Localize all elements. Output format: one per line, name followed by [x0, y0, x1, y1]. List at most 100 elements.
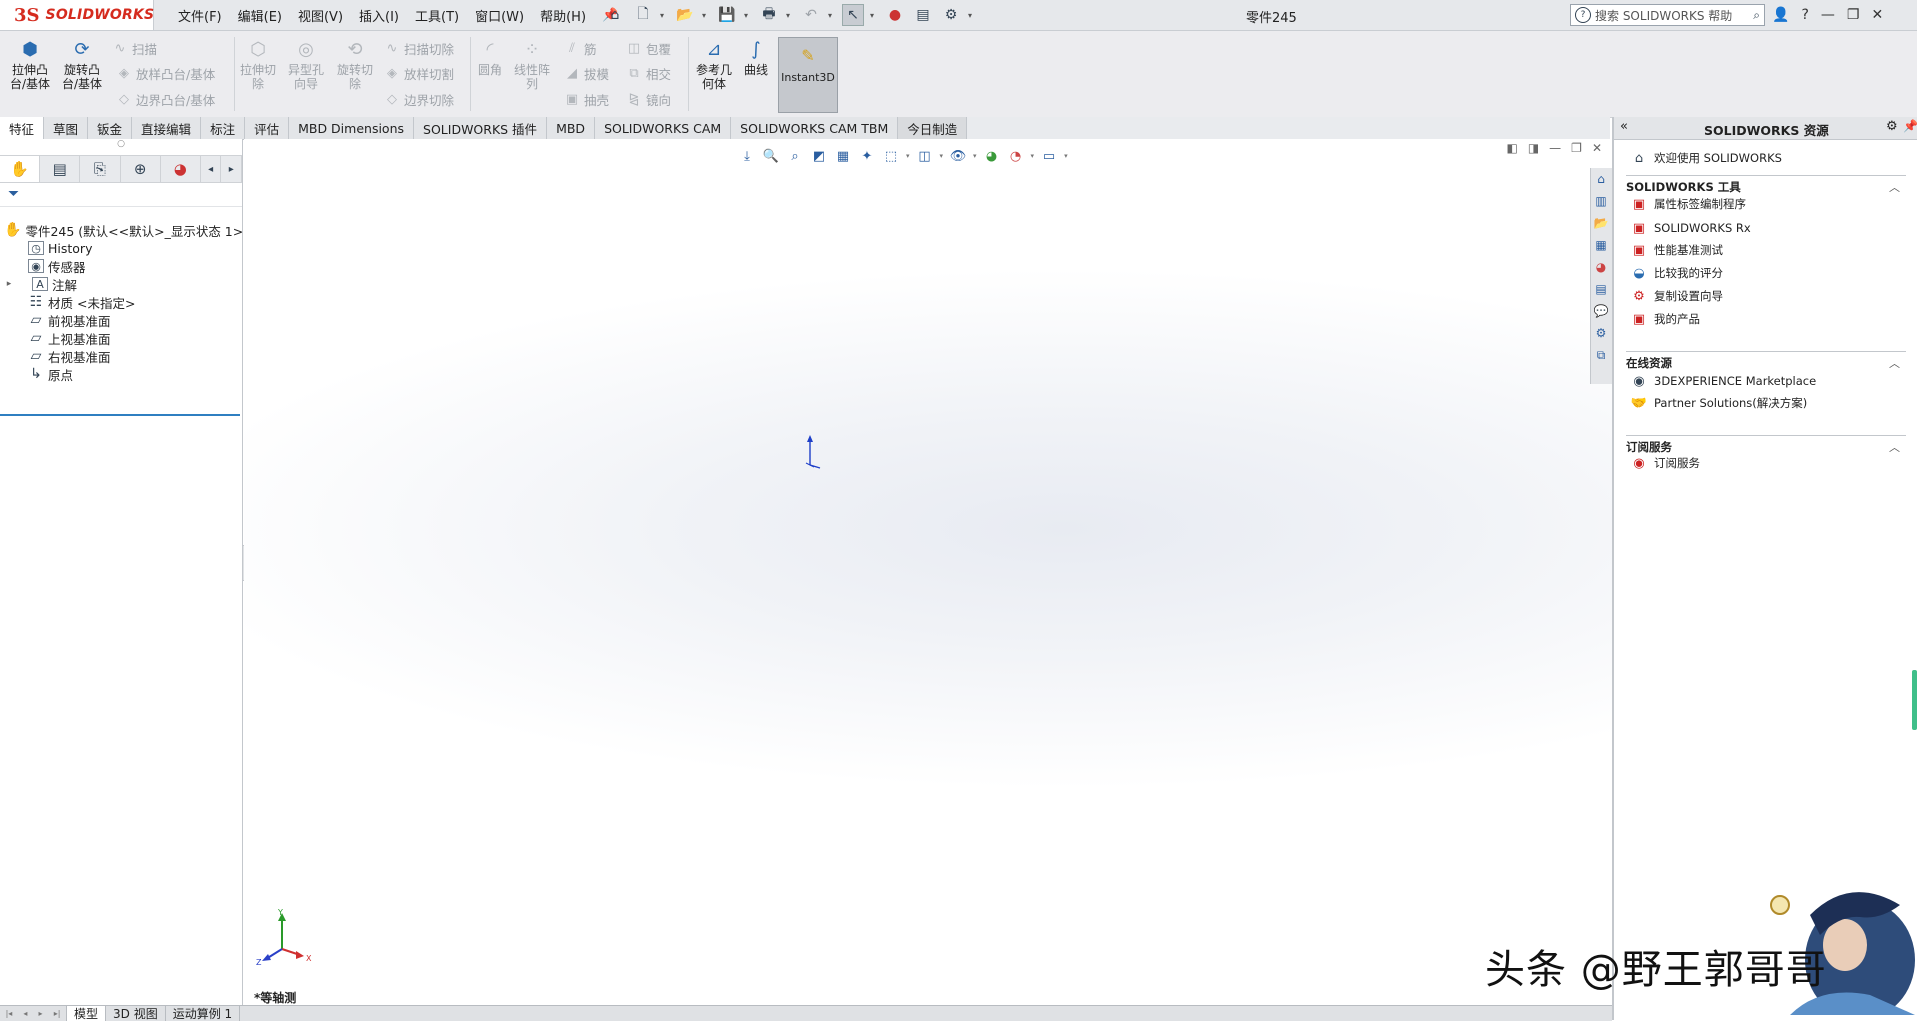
- restore-icon[interactable]: ❐: [1847, 7, 1860, 23]
- chevron-down-icon[interactable]: ▾: [940, 152, 944, 160]
- view-palette-tab-icon[interactable]: ▦: [1591, 234, 1611, 256]
- swept-cut-button[interactable]: ∿ 扫描切除: [384, 39, 454, 58]
- first-icon[interactable]: |◂: [6, 1009, 13, 1018]
- tab-solidworks-addins[interactable]: SOLIDWORKS 插件: [414, 117, 548, 139]
- fillet-button[interactable]: ◜ 圆角: [478, 39, 502, 78]
- open-folder-icon[interactable]: 📂: [674, 4, 696, 26]
- instant3d-button[interactable]: ✎ Instant3D: [778, 37, 838, 113]
- tool-property-tab-builder[interactable]: ▣ 属性标签编制程序: [1630, 195, 1746, 213]
- tree-item-origin[interactable]: ↳ 原点: [14, 365, 73, 383]
- tool-solidworks-rx[interactable]: ▣ SOLIDWORKS Rx: [1630, 219, 1751, 237]
- feature-manager-tab-icon[interactable]: ✋: [0, 156, 41, 182]
- traffic-light-icon[interactable]: ●: [884, 4, 906, 26]
- online-3dexperience-marketplace[interactable]: ◉ 3DEXPERIENCE Marketplace: [1630, 372, 1816, 390]
- tab-evaluate[interactable]: 评估: [245, 117, 290, 139]
- last-icon[interactable]: ▸|: [54, 1009, 61, 1018]
- hole-wizard-button[interactable]: ◎ 异型孔 向导: [288, 39, 324, 92]
- addins-tab-icon[interactable]: ⧉: [1591, 344, 1611, 366]
- view-orientation-icon[interactable]: ✦: [858, 147, 876, 165]
- select-cursor-icon[interactable]: ↖: [842, 4, 864, 26]
- tool-my-products[interactable]: ▣ 我的产品: [1630, 310, 1700, 328]
- appearances-tab-icon[interactable]: ◕: [1591, 256, 1611, 278]
- tool-copy-settings-wizard[interactable]: ⚙ 复制设置向导: [1630, 287, 1723, 305]
- tab-3d-views[interactable]: 3D 视图: [106, 1006, 166, 1021]
- menu-tools[interactable]: 工具(T): [415, 6, 459, 25]
- chevron-down-icon[interactable]: ▾: [744, 11, 752, 20]
- revolve-boss-button[interactable]: ⟳ 旋转凸 台/基体: [62, 39, 102, 92]
- tool-performance-benchmark[interactable]: ▣ 性能基准测试: [1630, 241, 1723, 259]
- menu-window[interactable]: 窗口(W): [475, 6, 524, 25]
- search-icon[interactable]: ⌕: [1753, 8, 1760, 23]
- solidworks-logo[interactable]: 3S SOLIDWORKS: [0, 0, 154, 30]
- curves-button[interactable]: ∫ 曲线: [744, 39, 768, 78]
- panel-grip[interactable]: ○: [0, 139, 242, 155]
- scroll-left-icon[interactable]: ◂: [201, 156, 222, 182]
- monitor-icon[interactable]: ▭: [1040, 147, 1058, 165]
- draft-button[interactable]: ◢ 拔模: [564, 64, 609, 83]
- boundary-boss-button[interactable]: ◇ 边界凸台/基体: [116, 90, 215, 109]
- property-manager-tab-icon[interactable]: ▤: [40, 156, 81, 182]
- tab-motion-study[interactable]: 运动算例 1: [166, 1006, 241, 1021]
- reference-geometry-button[interactable]: ⊿ 参考几 何体: [696, 39, 732, 92]
- menu-insert[interactable]: 插入(I): [359, 6, 399, 25]
- home-icon[interactable]: ⌂: [604, 4, 626, 26]
- zoom-to-fit-icon[interactable]: ⤓: [738, 147, 756, 165]
- menu-view[interactable]: 视图(V): [298, 6, 343, 25]
- file-properties-icon[interactable]: ▤: [912, 4, 934, 26]
- tool-compare-score[interactable]: ◒ 比较我的评分: [1630, 264, 1723, 282]
- tab-model[interactable]: 模型: [67, 1006, 107, 1021]
- online-partner-solutions[interactable]: 🤝 Partner Solutions(解决方案): [1630, 394, 1807, 412]
- tab-sheet-metal[interactable]: 钣金: [88, 117, 133, 139]
- dimxpert-manager-tab-icon[interactable]: ⊕: [121, 156, 161, 182]
- file-explorer-tab-icon[interactable]: 📂: [1591, 212, 1611, 234]
- next-icon[interactable]: ▸: [39, 1009, 43, 1018]
- tab-sketch[interactable]: 草图: [44, 117, 89, 139]
- tree-item-top-plane[interactable]: ▱ 上视基准面: [14, 329, 111, 347]
- tree-root[interactable]: ✋ 零件245 (默认<<默认>_显示状态 1>): [4, 221, 248, 239]
- tab-solidworks-cam-tbm[interactable]: SOLIDWORKS CAM TBM: [731, 117, 899, 139]
- save-icon[interactable]: 💾: [716, 4, 738, 26]
- rollback-bar[interactable]: [0, 414, 240, 416]
- minimize-icon[interactable]: —: [1549, 141, 1561, 155]
- chevron-down-icon[interactable]: ▾: [702, 11, 710, 20]
- dynamic-annotation-icon[interactable]: ▦: [834, 147, 852, 165]
- chevron-up-icon[interactable]: ︿: [1889, 439, 1900, 455]
- restore-icon[interactable]: ❐: [1571, 141, 1582, 155]
- print-icon[interactable]: 🖶: [758, 4, 780, 26]
- zoom-to-area-icon[interactable]: 🔍: [762, 147, 780, 165]
- user-icon[interactable]: 👤: [1772, 7, 1789, 23]
- tree-item-front-plane[interactable]: ▱ 前视基准面: [14, 311, 111, 329]
- configuration-manager-tab-icon[interactable]: ⎘: [80, 156, 121, 182]
- linear-pattern-button[interactable]: ⁘ 线性阵 列: [514, 39, 550, 92]
- tile-right-icon[interactable]: ◨: [1528, 141, 1539, 155]
- menu-file[interactable]: 文件(F): [178, 6, 222, 25]
- tile-left-icon[interactable]: ◧: [1506, 141, 1517, 155]
- section-view-icon[interactable]: ◩: [810, 147, 828, 165]
- lofted-cut-button[interactable]: ◈ 放样切割: [384, 64, 454, 83]
- edit-appearance-icon[interactable]: 👁: [949, 147, 967, 165]
- chevron-down-icon[interactable]: ▾: [1064, 152, 1068, 160]
- mirror-button[interactable]: ⧎ 镜向: [626, 90, 671, 109]
- design-library-tab-icon[interactable]: ▥: [1591, 190, 1611, 212]
- chevron-right-icon[interactable]: ▸: [4, 279, 14, 289]
- extrude-cut-button[interactable]: ⬡ 拉伸切 除: [240, 39, 276, 92]
- menu-help[interactable]: 帮助(H): [540, 6, 586, 25]
- section-subscription[interactable]: 订阅服务 ︿: [1626, 435, 1906, 456]
- prev-icon[interactable]: ◂: [23, 1009, 27, 1018]
- menu-edit[interactable]: 编辑(E): [238, 6, 282, 25]
- tab-solidworks-cam[interactable]: SOLIDWORKS CAM: [595, 117, 732, 139]
- tab-direct-editing[interactable]: 直接编辑: [132, 117, 202, 139]
- chevron-down-icon[interactable]: ▾: [973, 152, 977, 160]
- filter-icon[interactable]: ⏷: [8, 186, 19, 202]
- chevron-down-icon[interactable]: ▾: [660, 11, 668, 20]
- view-settings-icon[interactable]: ◔: [1007, 147, 1025, 165]
- toolbox-tab-icon[interactable]: ⚙: [1591, 322, 1611, 344]
- boundary-cut-button[interactable]: ◇ 边界切除: [384, 90, 454, 109]
- tree-item-material[interactable]: ☷ 材质 <未指定>: [14, 293, 135, 311]
- chevron-down-icon[interactable]: ▾: [1031, 152, 1035, 160]
- chevron-down-icon[interactable]: ▾: [968, 11, 976, 20]
- tree-item-annotations[interactable]: ▸ A 注解: [4, 275, 77, 293]
- close-icon[interactable]: ✕: [1592, 141, 1602, 155]
- welcome-link[interactable]: ⌂ 欢迎使用 SOLIDWORKS: [1630, 149, 1782, 167]
- tree-item-right-plane[interactable]: ▱ 右视基准面: [14, 347, 111, 365]
